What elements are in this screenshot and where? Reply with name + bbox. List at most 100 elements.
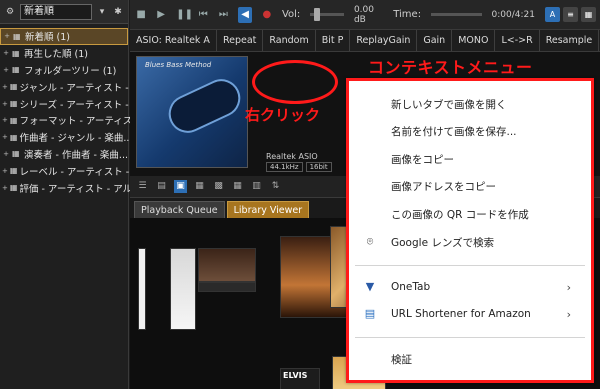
view-cover-icon[interactable]: ▣: [174, 180, 187, 193]
view-detail-icon[interactable]: ▤: [155, 180, 168, 193]
font-icon[interactable]: A: [545, 7, 560, 22]
menu-item-url-shortener[interactable]: ▤ URL Shortener for Amazon ›: [349, 303, 591, 325]
list-icon[interactable]: ≡: [563, 7, 578, 22]
expand-icon[interactable]: +: [2, 100, 8, 108]
menu-item-label: 新しいタブで画像を開く: [391, 98, 507, 111]
tree-item[interactable]: + ▦ 評価 - アーティスト - アル...: [0, 179, 141, 196]
tree-item[interactable]: + ▦ フォーマット - アーティスト - ...: [0, 112, 160, 129]
menu-item-save-image-as[interactable]: 名前を付けて画像を保存...: [349, 120, 591, 142]
tree-item[interactable]: + ▦ 新着順 (1): [0, 28, 128, 45]
onetab-icon: ▼: [365, 280, 375, 293]
view-column-icon[interactable]: ▥: [250, 180, 263, 193]
view-list-icon[interactable]: ☰: [136, 180, 149, 193]
expand-icon[interactable]: +: [2, 150, 10, 158]
grid-icon[interactable]: ▦: [581, 7, 596, 22]
album-cover[interactable]: [170, 248, 196, 330]
expand-icon[interactable]: +: [2, 184, 8, 192]
time-value: 0:00/4:21: [491, 9, 535, 20]
expand-icon[interactable]: +: [2, 133, 8, 141]
speaker-icon[interactable]: ◀: [238, 6, 252, 23]
volume-slider[interactable]: [310, 8, 344, 21]
time-label: Time:: [393, 9, 422, 20]
swap-channels-button[interactable]: L<->R: [495, 30, 540, 51]
menu-item-label: 画像アドレスをコピー: [391, 180, 496, 193]
album-cover[interactable]: [138, 248, 146, 330]
view-mode-select[interactable]: 新着順: [20, 3, 92, 20]
menu-separator: [355, 337, 585, 338]
menu-item-onetab[interactable]: ▼ OneTab ›: [349, 276, 591, 298]
tree-list: + ▦ 新着順 (1) + ▦ 再生した順 (1) + ▦ フォルダーツリー (1) + ▦ ジ…: [0, 24, 160, 196]
replaygain-button[interactable]: ReplayGain: [350, 30, 418, 51]
volume-slider-knob[interactable]: [314, 8, 321, 21]
random-button[interactable]: Random: [263, 30, 316, 51]
pause-icon[interactable]: ❚❚: [176, 9, 193, 20]
bass-guitar-illustration: [162, 72, 247, 140]
record-icon[interactable]: ●: [262, 9, 272, 20]
output-device-select[interactable]: ASIO: Realtek A: [130, 30, 217, 51]
seek-bar[interactable]: [431, 13, 482, 16]
folder-icon: ▦: [13, 31, 21, 41]
expand-icon[interactable]: +: [2, 66, 10, 74]
annotation-ellipse: [252, 60, 338, 104]
menu-item-open-image-new-tab[interactable]: 新しいタブで画像を開く: [349, 93, 591, 115]
bit-perfect-button[interactable]: Bit P: [316, 30, 351, 51]
tree-item[interactable]: + ▦ ジャンル - アーティスト - ...: [0, 78, 141, 95]
frequency-badge: 44.1kHz: [266, 162, 303, 172]
folder-icon: ▦: [12, 48, 20, 58]
view-icon-icon[interactable]: ▩: [212, 180, 225, 193]
expand-icon[interactable]: +: [2, 116, 8, 124]
menu-separator: [355, 265, 585, 266]
tree-item-label: 評価 - アーティスト - アル...: [19, 183, 142, 195]
annotation-right-click: 右クリック: [245, 106, 321, 124]
tree-item-label: 再生した順 (1): [24, 49, 88, 61]
library-tree-panel: ⚙ 新着順 ▾ ✱ + ▦ 新着順 (1) + ▦ 再生した順 (1) + ▦ フォルダーツ…: [0, 0, 160, 389]
album-cover[interactable]: ELVIS: [280, 368, 320, 389]
album-cover[interactable]: [198, 282, 256, 292]
menu-item-inspect[interactable]: 検証: [349, 348, 591, 370]
album-cover-label: ELVIS: [283, 371, 308, 380]
tab-library-viewer[interactable]: Library Viewer: [226, 201, 310, 218]
album-cover[interactable]: [198, 248, 256, 282]
tree-item[interactable]: + ▦ シリーズ - アーティスト - ...: [0, 95, 141, 112]
volume-label: Vol:: [281, 9, 301, 20]
expand-icon[interactable]: +: [2, 49, 10, 57]
menu-item-copy-image-address[interactable]: 画像アドレスをコピー: [349, 175, 591, 197]
menu-item-copy-image[interactable]: 画像をコピー: [349, 148, 591, 170]
gain-select[interactable]: Gain: [417, 30, 453, 51]
settings-icon[interactable]: ⚙: [4, 5, 16, 19]
folder-icon: ▦: [12, 149, 20, 159]
tree-item[interactable]: + ▦ フォルダーツリー (1): [0, 62, 128, 79]
menu-item-google-lens[interactable]: ⌾ Google レンズで検索: [349, 231, 591, 253]
tree-item-label: フォルダーツリー (1): [24, 65, 117, 77]
stop-icon[interactable]: ■: [136, 9, 146, 20]
next-icon[interactable]: ⏭: [218, 9, 228, 20]
output-toolbar: ASIO: Realtek A Repeat Random Bit P Repl…: [130, 30, 600, 52]
tree-item[interactable]: + ▦ 再生した順 (1): [0, 45, 128, 62]
view-grid-icon[interactable]: ▦: [231, 180, 244, 193]
volume-value: 0.00 dB: [353, 4, 374, 25]
tree-item[interactable]: + ▦ 演奏者 - 作曲者 - 楽曲...: [0, 146, 128, 163]
expand-icon[interactable]: +: [2, 167, 8, 175]
expand-icon[interactable]: +: [2, 83, 8, 91]
play-icon[interactable]: ▶: [156, 9, 166, 20]
gear-icon[interactable]: ✱: [112, 5, 124, 19]
prev-icon[interactable]: ⏮: [198, 9, 208, 20]
tree-item[interactable]: + ▦ レーベル - アーティスト - ...: [0, 162, 141, 179]
resample-button[interactable]: Resample: [540, 30, 600, 51]
chevron-down-icon[interactable]: ▾: [96, 5, 108, 19]
tree-item[interactable]: + ▦ 作曲者 - ジャンル - 楽曲...: [0, 129, 132, 146]
repeat-button[interactable]: Repeat: [217, 30, 264, 51]
menu-item-label: OneTab: [391, 281, 431, 293]
view-tile-icon[interactable]: ▦: [193, 180, 206, 193]
menu-item-label: Google レンズで検索: [391, 236, 495, 249]
expand-icon[interactable]: +: [3, 32, 11, 40]
mono-button[interactable]: MONO: [452, 30, 496, 51]
sort-icon[interactable]: ⇅: [269, 180, 282, 193]
context-menu: 新しいタブで画像を開く 名前を付けて画像を保存... 画像をコピー 画像アドレス…: [346, 78, 594, 383]
menu-item-create-qr-code[interactable]: この画像の QR コードを作成: [349, 203, 591, 225]
tab-playback-queue[interactable]: Playback Queue: [134, 201, 225, 218]
menu-item-label: この画像の QR コードを作成: [391, 208, 529, 221]
tree-item-label: シリーズ - アーティスト - ...: [19, 99, 141, 111]
album-art-image[interactable]: Blues Bass Method: [136, 56, 248, 168]
folder-icon: ▦: [9, 99, 18, 109]
